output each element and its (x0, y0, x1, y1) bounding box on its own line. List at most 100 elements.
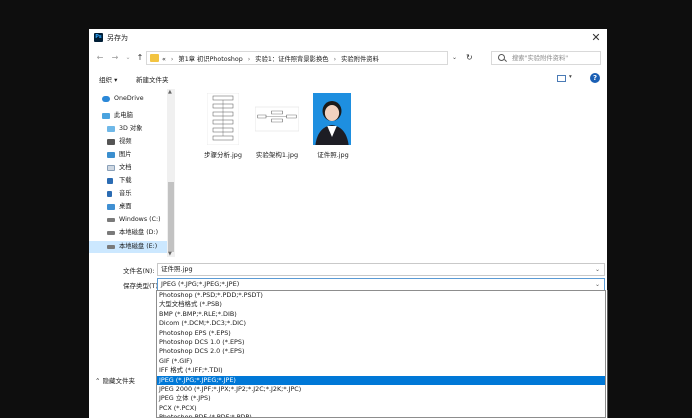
close-icon: ✕ (591, 31, 601, 44)
chevron-down-icon[interactable]: ⌄ (595, 279, 600, 290)
nav-item-desktop[interactable]: 桌面 (89, 201, 167, 213)
nav-item-documents[interactable]: 文档 (89, 162, 167, 174)
scrollbar-thumb[interactable] (168, 182, 174, 252)
dialog-title: 另存为 (107, 34, 128, 42)
nav-item-pictures[interactable]: 图片 (89, 149, 167, 161)
filetype-option[interactable]: JPEG 立体 (*.JPS) (157, 394, 605, 403)
view-options-icon[interactable] (557, 75, 566, 82)
cloud-icon (102, 96, 110, 102)
file-item[interactable]: 步骤分析.jpg (193, 93, 253, 163)
forward-button[interactable]: → (109, 52, 121, 64)
flowchart-thumbnail (207, 93, 239, 145)
breadcrumb-current-folder[interactable]: 实验附件资料 (341, 56, 379, 63)
arrow-up-icon: ↑ (136, 53, 144, 62)
filetype-option[interactable]: 大型文档格式 (*.PSB) (157, 300, 605, 309)
filename-label: 文件名(N): (123, 267, 155, 275)
nav-item-music[interactable]: 音乐 (89, 188, 167, 200)
cube-icon (107, 126, 115, 132)
filetype-option[interactable]: GIF (*.GIF) (157, 357, 605, 366)
navigation-pane: OneDrive 此电脑 3D 对象 视频 图片 文档 下载 音乐 桌面 Win… (89, 89, 175, 257)
back-button[interactable]: ← (94, 52, 106, 64)
file-name: 实验架构1.jpg (255, 151, 299, 159)
drive-icon (107, 245, 115, 249)
nav-item-downloads[interactable]: 下载 (89, 175, 167, 187)
nav-scrollbar[interactable]: ▲ ▼ (167, 89, 175, 257)
address-bar[interactable]: « › 第1章 初识Photoshop › 实验1：证件照背景影换色 › 实验附… (146, 51, 448, 65)
chevron-up-icon: ⌃ (95, 377, 101, 385)
search-input[interactable] (512, 53, 598, 63)
arrow-right-icon: → (111, 53, 119, 62)
filetype-option[interactable]: PCX (*.PCX) (157, 404, 605, 413)
dropdown-shadow (607, 290, 608, 418)
filename-input[interactable]: 证件照.jpg ⌄ (157, 263, 605, 276)
file-item[interactable]: 实验架构1.jpg (247, 93, 307, 163)
close-button[interactable]: ✕ (589, 31, 603, 45)
filetype-dropdown-list[interactable]: Photoshop (*.PSD;*.PDD;*.PSDT) 大型文档格式 (*.… (156, 290, 606, 418)
address-dropdown-button[interactable]: ⌄ (452, 54, 457, 61)
filename-row: 文件名(N): 证件照.jpg ⌄ (89, 263, 607, 276)
portrait-thumbnail (313, 93, 351, 145)
chevron-down-icon: ⌄ (125, 54, 131, 61)
nav-item-drive-e[interactable]: 本地磁盘 (E:) (89, 241, 167, 253)
filename-value: 证件照.jpg (161, 265, 193, 273)
nav-item-3d-objects[interactable]: 3D 对象 (89, 123, 167, 135)
new-folder-button[interactable]: 新建文件夹 (136, 74, 169, 84)
filetype-option[interactable]: Photoshop (*.PSD;*.PDD;*.PSDT) (157, 291, 605, 300)
help-icon[interactable]: ? (590, 73, 600, 83)
chevron-right-icon: › (170, 56, 174, 63)
scroll-down-icon[interactable]: ▼ (168, 251, 172, 257)
hide-folders-button[interactable]: ⌃ 隐藏文件夹 (95, 375, 135, 385)
up-button[interactable]: ↑ (134, 52, 146, 64)
diagram-thumbnail (255, 106, 299, 132)
file-item[interactable]: 证件照.jpg (303, 93, 363, 163)
recent-locations-button[interactable]: ⌄ (122, 52, 134, 64)
hide-folders-label: 隐藏文件夹 (102, 377, 136, 385)
nav-item-onedrive[interactable]: OneDrive (89, 93, 167, 105)
filetype-option[interactable]: BMP (*.BMP;*.RLE;*.DIB) (157, 310, 605, 319)
filetype-option[interactable]: Photoshop PDF (*.PDF;*.PDP) (157, 413, 605, 417)
filetype-option[interactable]: IFF 格式 (*.IFF;*.TDI) (157, 366, 605, 375)
photoshop-app-icon: Ps (94, 33, 103, 42)
file-name: 证件照.jpg (317, 151, 349, 159)
nav-item-drive-d[interactable]: 本地磁盘 (D:) (89, 227, 167, 239)
navigation-row: ← → ⌄ ↑ « › 第1章 初识Photoshop › 实验1：证件照背景影… (89, 49, 607, 67)
document-icon (107, 165, 115, 171)
filetype-option[interactable]: Photoshop EPS (*.EPS) (157, 329, 605, 338)
refresh-icon: ↻ (466, 53, 473, 62)
desktop-icon (107, 204, 115, 210)
view-dropdown-button[interactable]: ▾ (569, 74, 572, 80)
nav-item-this-pc[interactable]: 此电脑 (89, 110, 167, 122)
toolbar: 组织 ▾ 新建文件夹 ▾ ? (89, 71, 607, 87)
breadcrumb-overflow[interactable]: « (162, 56, 166, 63)
nav-item-drive-c[interactable]: Windows (C:) (89, 214, 167, 226)
drive-icon (107, 218, 115, 222)
filetype-option[interactable]: Photoshop DCS 2.0 (*.EPS) (157, 347, 605, 356)
breadcrumb: « › 第1章 初识Photoshop › 实验1：证件照背景影换色 › 实验附… (162, 54, 379, 63)
organize-button[interactable]: 组织 ▾ (99, 74, 117, 84)
filetype-value: JPEG (*.JPG;*.JPEG;*.JPE) (161, 280, 240, 288)
filetype-option[interactable]: Dicom (*.DCM;*.DC3;*.DIC) (157, 319, 605, 328)
picture-icon (107, 152, 115, 158)
search-icon (498, 54, 505, 61)
filetype-option[interactable]: Photoshop DCS 1.0 (*.EPS) (157, 338, 605, 347)
music-icon (107, 191, 112, 197)
video-icon (107, 139, 115, 145)
chevron-right-icon: › (333, 56, 337, 63)
computer-icon (102, 113, 110, 119)
chevron-right-icon: › (247, 56, 251, 63)
breadcrumb-chapter[interactable]: 第1章 初识Photoshop (178, 56, 242, 63)
filetype-option[interactable]: JPEG (*.JPG;*.JPEG;*.JPE) (157, 375, 605, 385)
download-icon (107, 178, 113, 184)
scroll-up-icon[interactable]: ▲ (168, 89, 172, 95)
title-bar: Ps 另存为 ✕ (89, 29, 607, 47)
nav-item-videos[interactable]: 视频 (89, 136, 167, 148)
breadcrumb-experiment[interactable]: 实验1：证件照背景影换色 (255, 56, 328, 63)
chevron-down-icon: ⌄ (452, 54, 458, 61)
search-box[interactable] (491, 51, 601, 65)
filetype-label: 保存类型(T): (123, 282, 161, 290)
arrow-left-icon: ← (96, 53, 104, 62)
filetype-option[interactable]: JPEG 2000 (*.JPF;*.JPX;*.JP2;*.J2C;*.J2K… (157, 385, 605, 394)
file-list: 步骤分析.jpg 实验架构1.jpg 证件照.jpg (181, 89, 601, 257)
chevron-down-icon[interactable]: ⌄ (595, 264, 600, 275)
refresh-button[interactable]: ↻ (466, 53, 473, 62)
